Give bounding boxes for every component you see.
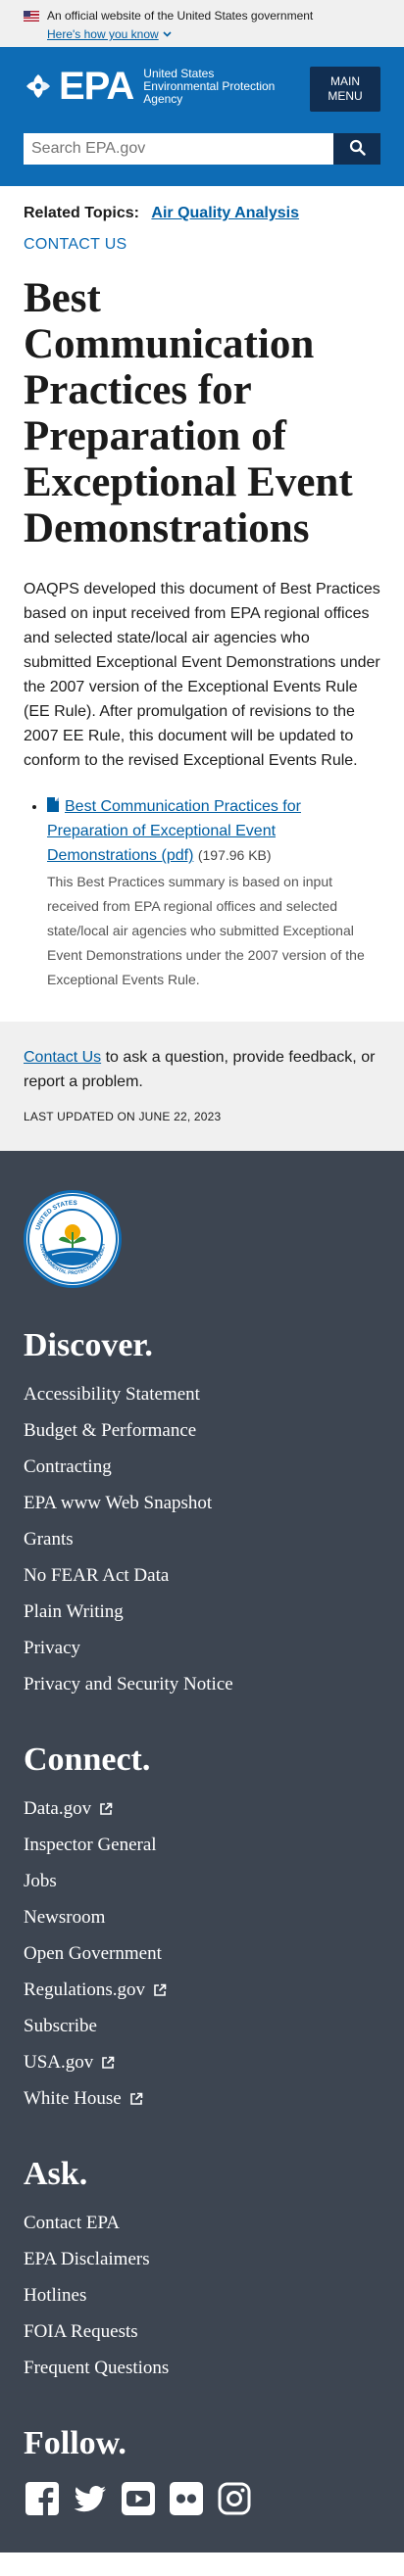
external-link-icon xyxy=(101,2056,115,2070)
footer-link-foia-requests[interactable]: FOIA Requests xyxy=(24,2314,380,2350)
footer-link-web-snapshot[interactable]: EPA www Web Snapshot xyxy=(24,1485,380,1521)
main-content: Related Topics: Air Quality Analysis CON… xyxy=(0,205,404,992)
footer-link-accessibility-statement[interactable]: Accessibility Statement xyxy=(24,1376,380,1412)
last-updated: LAST UPDATED ON JUNE 22, 2023 xyxy=(24,1110,222,1123)
site-header: EPA United States Environmental Protecti… xyxy=(0,47,404,186)
footer-link-grants[interactable]: Grants xyxy=(24,1521,380,1557)
search-icon xyxy=(349,139,366,159)
footer-link-usa-gov[interactable]: USA.gov xyxy=(24,2044,380,2080)
gov-banner: An official website of the United States… xyxy=(0,0,404,47)
contact-text: Contact Us to ask a question, provide fe… xyxy=(24,1045,380,1094)
ask-heading: Ask. xyxy=(24,2156,88,2192)
epa-flower-logo-icon xyxy=(24,72,53,101)
external-link-icon xyxy=(153,1983,167,1997)
footer-follow: Follow. xyxy=(24,2425,380,2516)
footer-connect: Connect. Data.gov Inspector General Jobs… xyxy=(24,1741,380,2117)
document-list: Best Communication Practices for Prepara… xyxy=(24,794,380,992)
contact-us-link[interactable]: Contact Us xyxy=(24,1049,101,1066)
flickr-icon[interactable] xyxy=(168,2480,204,2516)
file-icon xyxy=(47,797,59,812)
related-topics-label: Related Topics: xyxy=(24,205,139,221)
footer-link-epa-disclaimers[interactable]: EPA Disclaimers xyxy=(24,2241,380,2277)
footer-link-open-government[interactable]: Open Government xyxy=(24,1935,380,1972)
document-description: This Best Practices summary is based on … xyxy=(47,874,365,987)
site-footer: UNITED STATES ENVIRONMENTAL PROTECTION A… xyxy=(0,1151,404,2552)
footer-link-frequent-questions[interactable]: Frequent Questions xyxy=(24,2350,380,2386)
heres-how-you-know-label: Here's how you know xyxy=(47,27,159,41)
follow-heading: Follow. xyxy=(24,2425,126,2461)
footer-link-subscribe[interactable]: Subscribe xyxy=(24,2008,380,2044)
footer-link-regulations-gov[interactable]: Regulations.gov xyxy=(24,1972,380,2008)
search-form xyxy=(24,133,380,165)
youtube-icon[interactable] xyxy=(120,2480,156,2516)
search-button[interactable] xyxy=(333,133,380,165)
gov-banner-text: An official website of the United States… xyxy=(47,9,314,23)
related-topics: Related Topics: Air Quality Analysis xyxy=(24,205,380,222)
file-size: (197.96 KB) xyxy=(197,847,272,863)
footer-link-inspector-general[interactable]: Inspector General xyxy=(24,1827,380,1863)
epa-logo[interactable]: EPA United States Environmental Protecti… xyxy=(24,67,275,106)
search-input[interactable] xyxy=(24,133,333,165)
contact-us-top-link[interactable]: CONTACT US xyxy=(24,236,380,254)
twitter-icon[interactable] xyxy=(72,2480,108,2516)
us-flag-icon xyxy=(24,10,39,22)
instagram-icon[interactable] xyxy=(216,2480,252,2516)
external-link-icon xyxy=(99,1802,113,1816)
connect-heading: Connect. xyxy=(24,1741,151,1778)
footer-ask: Ask. Contact EPA EPA Disclaimers Hotline… xyxy=(24,2156,380,2386)
footer-discover: Discover. Accessibility Statement Budget… xyxy=(24,1327,380,1702)
epa-seal-logo: UNITED STATES ENVIRONMENTAL PROTECTION A… xyxy=(24,1190,122,1288)
list-item: Best Communication Practices for Prepara… xyxy=(47,794,380,992)
footer-link-privacy-security-notice[interactable]: Privacy and Security Notice xyxy=(24,1666,380,1702)
heres-how-you-know-link[interactable]: Here's how you know xyxy=(47,27,172,41)
chevron-down-icon xyxy=(163,29,172,39)
footer-link-data-gov[interactable]: Data.gov xyxy=(24,1790,380,1827)
contact-band: Contact Us to ask a question, provide fe… xyxy=(0,1022,404,1151)
footer-link-hotlines[interactable]: Hotlines xyxy=(24,2277,380,2314)
social-links xyxy=(24,2480,380,2516)
logo-text: EPA xyxy=(59,65,134,108)
logo-subtitle: United States Environmental Protection A… xyxy=(143,66,276,106)
discover-heading: Discover. xyxy=(24,1327,153,1363)
footer-link-jobs[interactable]: Jobs xyxy=(24,1863,380,1899)
footer-link-budget-performance[interactable]: Budget & Performance xyxy=(24,1412,380,1449)
external-link-icon xyxy=(129,2092,143,2106)
footer-link-no-fear-act[interactable]: No FEAR Act Data xyxy=(24,1557,380,1594)
page-title: Best Communication Practices for Prepara… xyxy=(24,275,353,551)
footer-link-contracting[interactable]: Contracting xyxy=(24,1449,380,1485)
epa-seal-icon: UNITED STATES ENVIRONMENTAL PROTECTION A… xyxy=(27,1194,118,1284)
intro-paragraph: OAQPS developed this document of Best Pr… xyxy=(24,581,380,769)
facebook-icon[interactable] xyxy=(24,2480,60,2516)
footer-link-plain-writing[interactable]: Plain Writing xyxy=(24,1594,380,1630)
footer-link-privacy[interactable]: Privacy xyxy=(24,1630,380,1666)
footer-link-white-house[interactable]: White House xyxy=(24,2080,380,2117)
footer-link-contact-epa[interactable]: Contact EPA xyxy=(24,2205,380,2241)
footer-link-newsroom[interactable]: Newsroom xyxy=(24,1899,380,1935)
related-topic-link[interactable]: Air Quality Analysis xyxy=(151,205,299,221)
main-menu-button[interactable]: MAIN MENU xyxy=(310,67,380,112)
